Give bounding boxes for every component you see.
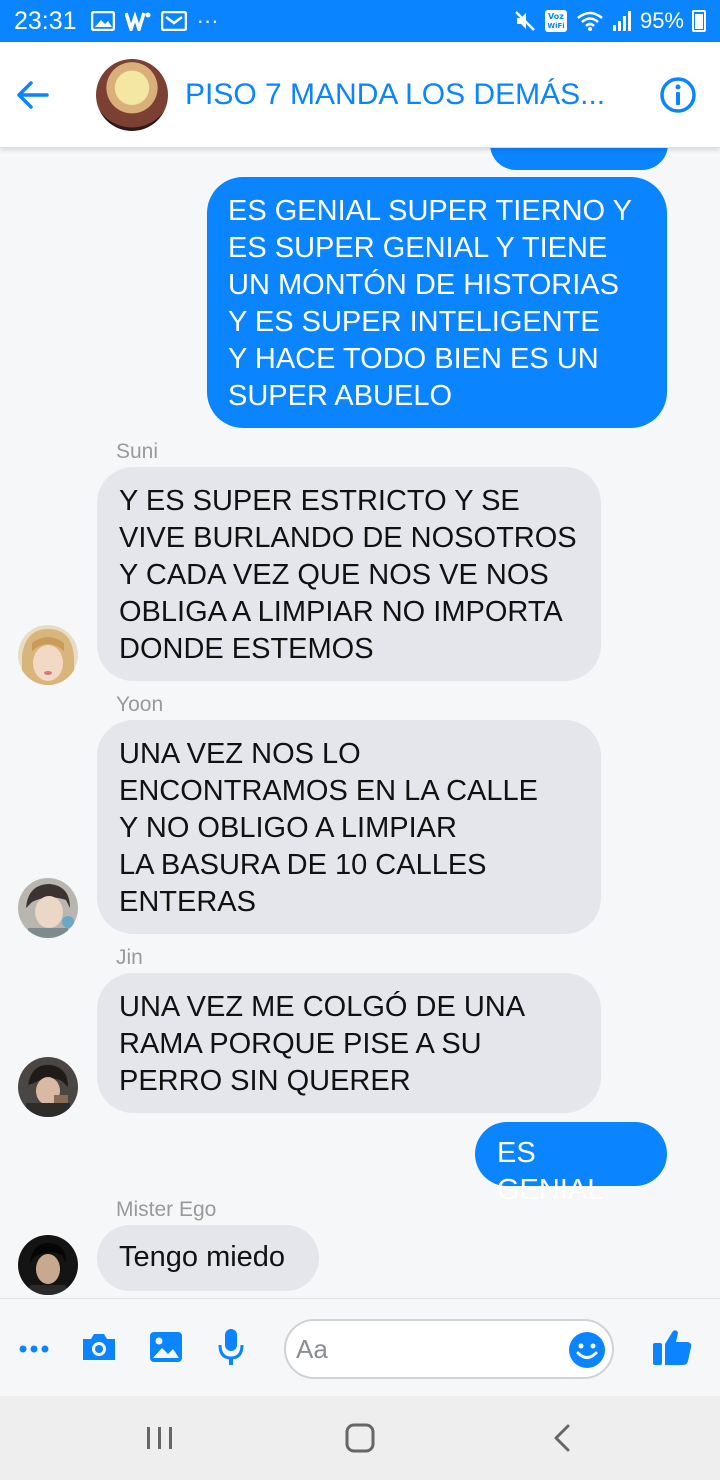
status-right-icons: Voz WiFi 95% xyxy=(514,9,706,33)
mail-icon xyxy=(160,11,187,31)
battery-percent: 95% xyxy=(639,8,684,33)
message-bubble-outgoing[interactable]: ES GENIAL xyxy=(475,1122,667,1206)
chat-title[interactable]: PISO 7 MANDA LOS DEMÁS... xyxy=(185,78,625,112)
avatar-mister-ego[interactable] xyxy=(18,1235,78,1295)
avatar-yoon[interactable] xyxy=(18,878,78,938)
chat-header: PISO 7 MANDA LOS DEMÁS... xyxy=(0,42,720,148)
info-icon xyxy=(660,76,696,113)
sender-name: Jin xyxy=(116,946,143,969)
group-avatar[interactable] xyxy=(96,58,168,131)
message-bubble-incoming[interactable]: Tengo miedo xyxy=(97,1225,319,1291)
status-bar: 23:31 ··· Voz WiFi 95% xyxy=(0,0,720,42)
w-app-icon xyxy=(124,11,151,31)
system-nav-bar xyxy=(0,1396,720,1480)
gallery-icon xyxy=(150,1332,182,1362)
emoji-button[interactable] xyxy=(568,1331,606,1369)
more-icon xyxy=(19,1345,49,1353)
composer-bar xyxy=(0,1298,720,1396)
message-bubble-outgoing[interactable]: ES GENIAL SUPER TIERNO Y ES SUPER GENIAL… xyxy=(207,177,667,428)
svg-text:WiFi: WiFi xyxy=(547,22,564,30)
sender-name: Suni xyxy=(116,440,159,463)
message-input[interactable] xyxy=(296,1333,546,1365)
recents-icon xyxy=(147,1427,172,1449)
more-dots-icon: ··· xyxy=(196,8,219,33)
more-button[interactable] xyxy=(16,1329,52,1369)
camera-button[interactable] xyxy=(78,1327,120,1367)
wifi-icon xyxy=(576,10,604,32)
message-input-wrapper xyxy=(284,1319,614,1379)
status-left-icons: ··· xyxy=(90,8,219,33)
sender-name: Mister Ego xyxy=(116,1198,217,1221)
back-nav-button[interactable] xyxy=(532,1416,592,1460)
back-icon xyxy=(554,1424,570,1452)
status-time: 23:31 xyxy=(14,6,77,35)
microphone-icon xyxy=(218,1329,244,1365)
back-button[interactable] xyxy=(2,64,64,126)
thumbs-up-icon xyxy=(653,1330,692,1365)
sender-name: Yoon xyxy=(116,693,164,716)
emoji-icon xyxy=(569,1332,605,1368)
mute-icon xyxy=(514,10,536,32)
signal-icon xyxy=(612,10,632,32)
image-icon xyxy=(90,11,115,31)
like-button[interactable] xyxy=(648,1325,696,1369)
info-button[interactable] xyxy=(656,73,700,117)
arrow-left-icon xyxy=(17,80,49,109)
message-bubble-incoming[interactable]: Y ES SUPER ESTRICTO Y SE VIVE BURLANDO D… xyxy=(97,467,601,681)
messenger-chat-screen: 23:31 ··· Voz WiFi 95% PISO 7 MANDA LOS … xyxy=(0,0,720,1480)
voz-wifi-icon: Voz WiFi xyxy=(544,9,568,33)
home-icon xyxy=(345,1423,375,1453)
home-button[interactable] xyxy=(330,1416,390,1460)
message-bubble-partial[interactable] xyxy=(490,148,668,170)
message-bubble-incoming[interactable]: UNA VEZ NOS LO ENCONTRAMOS EN LA CALLE Y… xyxy=(97,720,601,934)
gallery-button[interactable] xyxy=(146,1327,186,1367)
microphone-button[interactable] xyxy=(212,1325,250,1369)
avatar-jin[interactable] xyxy=(18,1057,78,1117)
camera-icon xyxy=(83,1334,115,1360)
avatar-suni[interactable] xyxy=(18,625,78,685)
svg-text:Voz: Voz xyxy=(548,12,564,21)
message-bubble-incoming[interactable]: UNA VEZ ME COLGÓ DE UNA RAMA PORQUE PISE… xyxy=(97,973,601,1113)
message-list[interactable]: ES GENIAL SUPER TIERNO Y ES SUPER GENIAL… xyxy=(0,148,720,1298)
battery-icon xyxy=(692,10,706,32)
recents-button[interactable] xyxy=(130,1416,190,1460)
